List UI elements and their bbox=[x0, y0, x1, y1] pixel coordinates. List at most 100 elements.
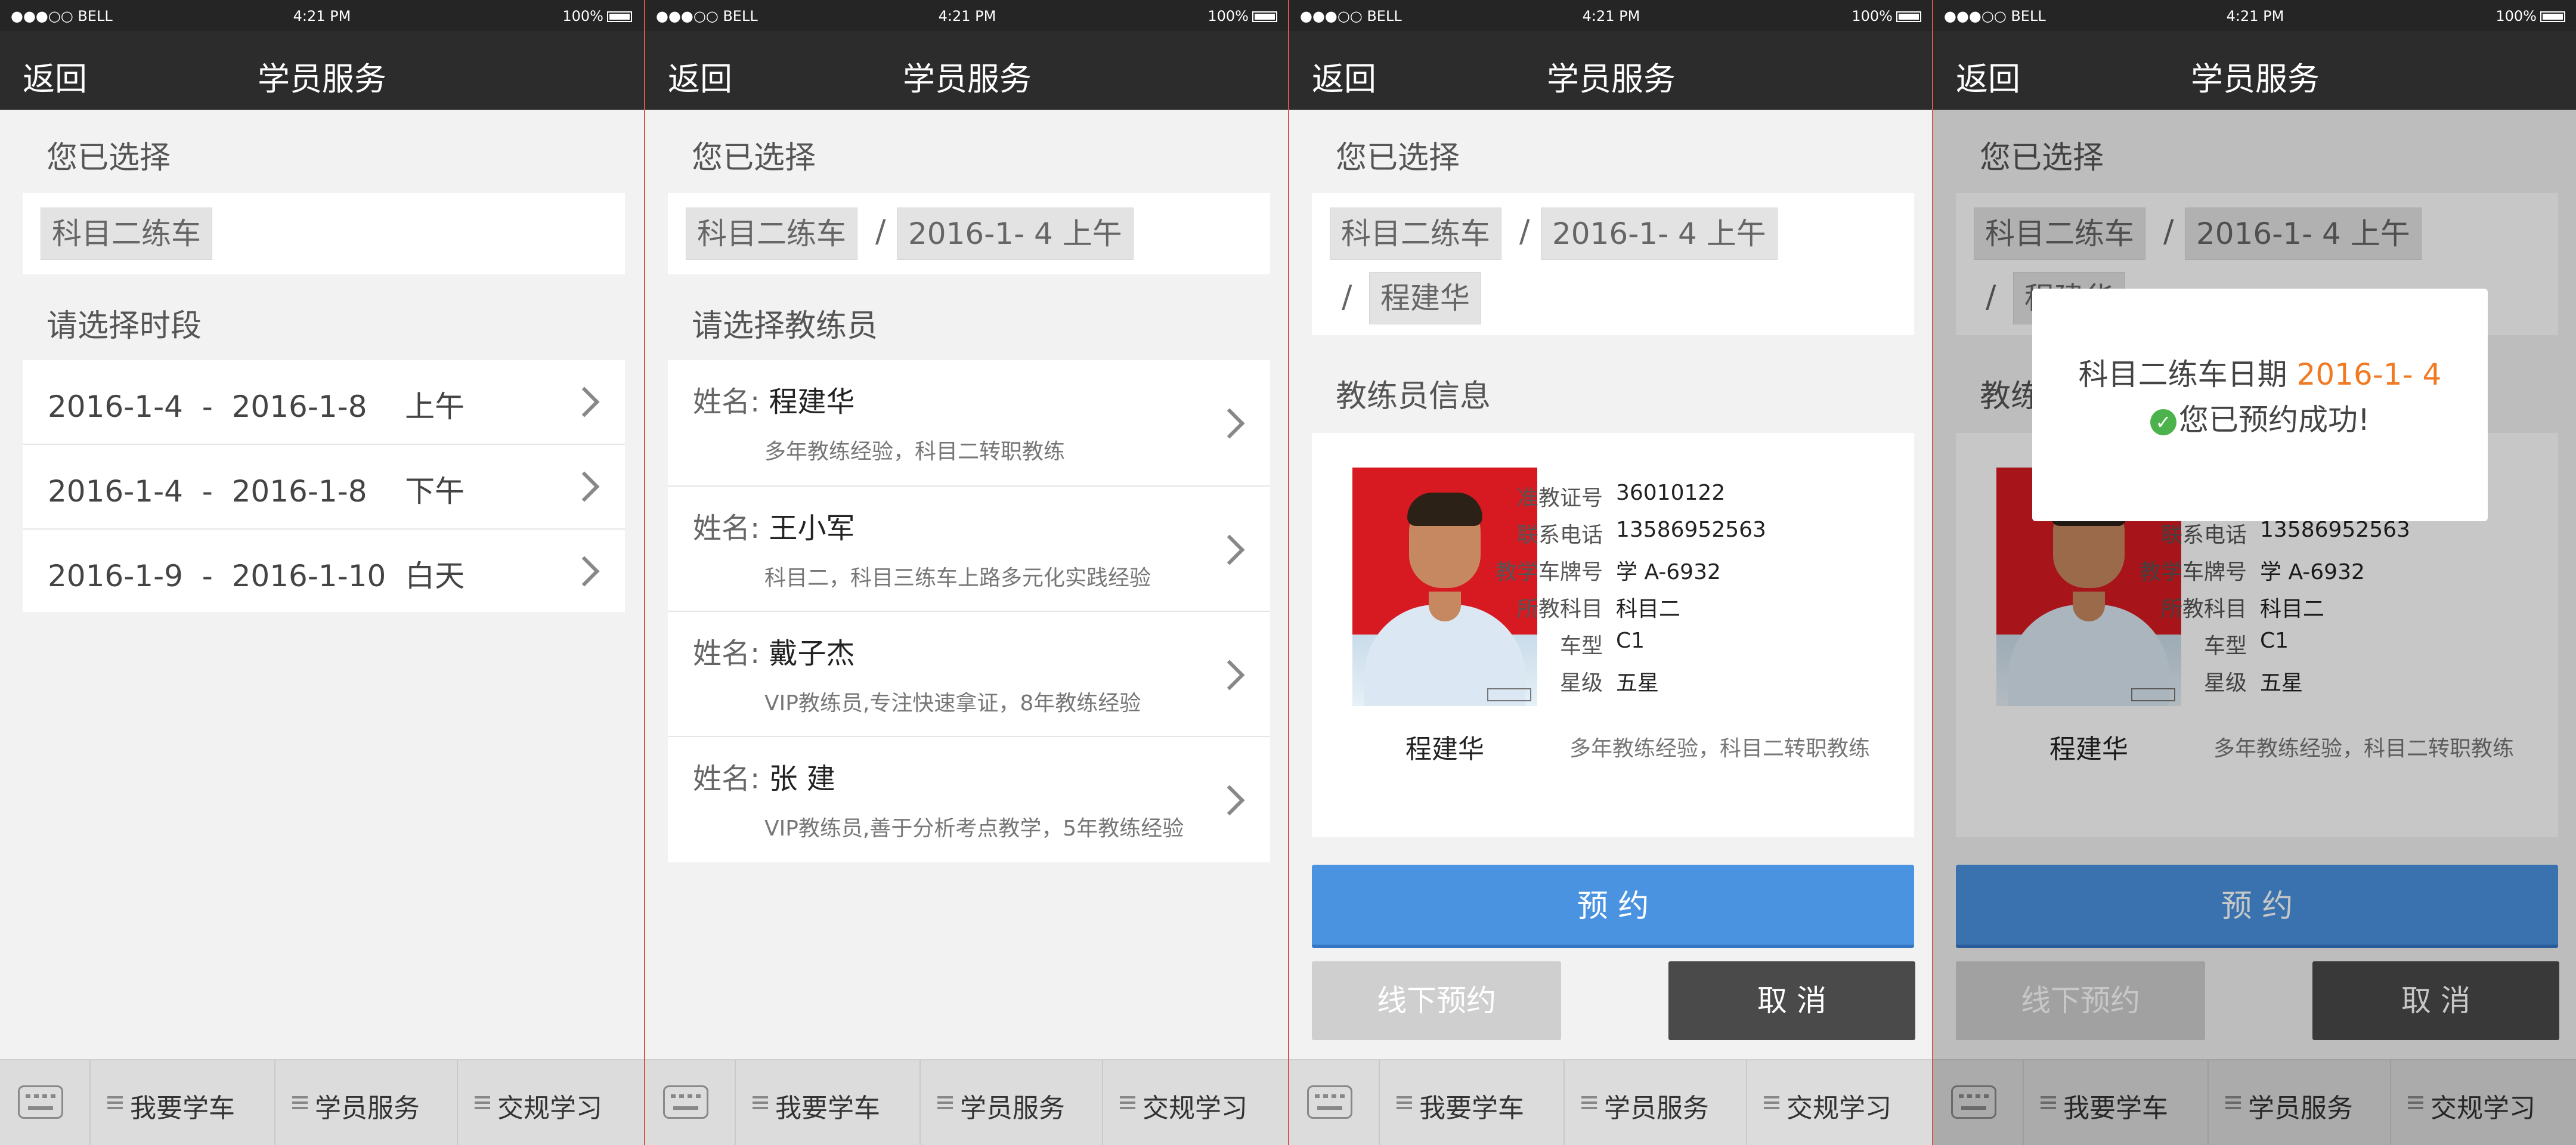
keyboard-icon[interactable] bbox=[1307, 1085, 1352, 1119]
coach-name: 姓名: 戴子杰 bbox=[693, 630, 854, 671]
chevron-right-icon bbox=[1214, 785, 1245, 816]
info-value: 学 A-6932 bbox=[1616, 560, 1721, 584]
clock: 4:21 PM bbox=[938, 8, 996, 24]
tab-student-service[interactable]: 学员服务 bbox=[274, 1060, 458, 1145]
coach-row[interactable]: 姓名: 张 建 VIP教练员,善于分析考点教学，5年教练经验 bbox=[668, 736, 1270, 862]
chip-subject[interactable]: 科目二练车 bbox=[41, 208, 212, 260]
status-bar: ●●●○○ BELL 4:21 PM 100% bbox=[645, 0, 1289, 31]
info-key: 所教科目 bbox=[1516, 597, 1603, 621]
tab-traffic-rules[interactable]: 交规学习 bbox=[457, 1060, 644, 1145]
modal-overlay[interactable] bbox=[1933, 110, 2576, 1145]
screenshot-collage: ●●●○○ BELL 4:21 PM 100% 返回 学员服务 您已选择 科目二… bbox=[0, 0, 2576, 1145]
cancel-button[interactable]: 取 消 bbox=[1668, 961, 1915, 1040]
tab-label: 我要学车 bbox=[130, 1093, 235, 1124]
menu-icon bbox=[1764, 1096, 1779, 1098]
keyboard-icon[interactable] bbox=[18, 1085, 63, 1119]
nav-bar: 返回 学员服务 bbox=[1289, 31, 1933, 110]
info-value: C1 bbox=[1616, 629, 1645, 653]
clock: 4:21 PM bbox=[2226, 8, 2284, 24]
tab-label: 交规学习 bbox=[497, 1093, 602, 1124]
selected-heading: 您已选择 bbox=[47, 140, 171, 176]
period-label: 2016-1-4 - 2016-1-8 下午 bbox=[48, 474, 465, 509]
dialog-date: 2016-1- 4 bbox=[2296, 357, 2442, 392]
clock: 4:21 PM bbox=[1582, 8, 1640, 24]
keyboard-icon[interactable] bbox=[663, 1085, 708, 1119]
battery-percent: 100% bbox=[562, 8, 603, 24]
menu-icon bbox=[107, 1096, 123, 1098]
separator: / bbox=[1519, 213, 1530, 249]
battery-icon bbox=[1252, 11, 1277, 22]
chip-coach[interactable]: 程建华 bbox=[1369, 272, 1481, 324]
clock: 4:21 PM bbox=[293, 8, 351, 24]
tab-traffic-rules[interactable]: 交规学习 bbox=[1102, 1060, 1289, 1145]
info-value: 科目二 bbox=[1616, 597, 1681, 621]
coach-name: 姓名: 张 建 bbox=[693, 755, 835, 797]
page-title: 学员服务 bbox=[1547, 60, 1676, 98]
coach-info-heading: 教练员信息 bbox=[1336, 379, 1491, 414]
dialog-subject-text: 科目二练车日期 bbox=[2078, 357, 2287, 392]
battery-indicator: 100% bbox=[1852, 8, 1921, 24]
coach-list: 姓名: 程建华 多年教练经验，科目二转职教练 姓名: 王小军 科目二，科目三练车… bbox=[668, 360, 1270, 862]
coach-row[interactable]: 姓名: 程建华 多年教练经验，科目二转职教练 bbox=[668, 360, 1270, 484]
coach-row[interactable]: 姓名: 戴子杰 VIP教练员,专注快速拿证，8年教练经验 bbox=[668, 611, 1270, 736]
period-row[interactable]: 2016-1-4 - 2016-1-8 下午 bbox=[23, 444, 625, 527]
battery-percent: 100% bbox=[2496, 8, 2537, 24]
tab-learn-driving[interactable]: 我要学车 bbox=[735, 1060, 921, 1145]
coach-description: 多年教练经验，科目二转职教练 bbox=[1569, 736, 1871, 761]
selection-panel: 科目二练车 / 2016-1- 4 上午 bbox=[668, 193, 1270, 274]
info-value: 36010122 bbox=[1616, 481, 1726, 505]
tab-label: 我要学车 bbox=[1419, 1093, 1524, 1124]
dialog-date-line: 科目二练车日期 2016-1- 4 bbox=[2032, 351, 2488, 394]
tab-traffic-rules[interactable]: 交规学习 bbox=[1746, 1060, 1933, 1145]
photo-caption: 程建华 bbox=[1405, 734, 1484, 765]
nav-bar: 返回 学员服务 bbox=[1933, 31, 2576, 110]
tab-label: 学员服务 bbox=[1604, 1093, 1709, 1124]
battery-percent: 100% bbox=[1208, 8, 1249, 24]
offline-booking-button[interactable]: 线下预约 bbox=[1312, 961, 1561, 1040]
book-button[interactable]: 预 约 bbox=[1312, 865, 1914, 948]
period-list: 2016-1-4 - 2016-1-8 上午 2016-1-4 - 2016-1… bbox=[23, 360, 625, 612]
status-bar: ●●●○○ BELL 4:21 PM 100% bbox=[0, 0, 644, 31]
chevron-right-icon bbox=[569, 471, 600, 502]
battery-indicator: 100% bbox=[562, 8, 632, 24]
info-value: 五星 bbox=[1616, 671, 1659, 695]
period-row[interactable]: 2016-1-4 - 2016-1-8 上午 bbox=[23, 360, 625, 442]
phone-screen-coach-info: ●●●○○ BELL 4:21 PM 100% 返回 学员服务 您已选择 科目二… bbox=[1288, 0, 1933, 1145]
coach-desc: VIP教练员,善于分析考点教学，5年教练经验 bbox=[764, 816, 1184, 841]
coach-name-value: 张 建 bbox=[769, 762, 835, 796]
tab-label: 交规学习 bbox=[1787, 1093, 1891, 1124]
chip-date[interactable]: 2016-1- 4 上午 bbox=[1541, 208, 1778, 260]
bottom-tab-bar: 我要学车 学员服务 交规学习 bbox=[1289, 1059, 1933, 1145]
check-circle-icon: ✓ bbox=[2150, 409, 2176, 435]
coach-heading: 请选择教练员 bbox=[692, 308, 878, 344]
coach-row[interactable]: 姓名: 王小军 科目二，科目三练车上路多元化实践经验 bbox=[668, 485, 1270, 611]
menu-icon bbox=[292, 1096, 308, 1098]
page-title: 学员服务 bbox=[903, 60, 1032, 98]
tab-student-service[interactable]: 学员服务 bbox=[919, 1060, 1103, 1145]
period-row[interactable]: 2016-1-9 - 2016-1-10 白天 bbox=[23, 528, 625, 612]
tab-label: 学员服务 bbox=[960, 1093, 1065, 1124]
coach-name: 姓名: 王小军 bbox=[693, 505, 854, 546]
chip-date[interactable]: 2016-1- 4 上午 bbox=[897, 208, 1134, 260]
tab-student-service[interactable]: 学员服务 bbox=[1563, 1060, 1747, 1145]
tab-learn-driving[interactable]: 我要学车 bbox=[89, 1060, 275, 1145]
coach-name-value: 戴子杰 bbox=[769, 637, 855, 670]
chip-subject[interactable]: 科目二练车 bbox=[1330, 208, 1501, 260]
coach-desc: 科目二，科目三练车上路多元化实践经验 bbox=[764, 566, 1151, 590]
battery-icon bbox=[607, 11, 632, 22]
period-label: 2016-1-9 - 2016-1-10 白天 bbox=[48, 559, 465, 593]
coach-info-card: 程建华 准教证号 36010122 联系电话 13586952563 教学车牌号… bbox=[1312, 433, 1914, 837]
selected-heading: 您已选择 bbox=[692, 140, 816, 176]
menu-icon bbox=[1581, 1096, 1597, 1098]
battery-indicator: 100% bbox=[2496, 8, 2565, 24]
tab-learn-driving[interactable]: 我要学车 bbox=[1379, 1060, 1565, 1145]
selection-panel: 科目二练车 / 2016-1- 4 上午 / 程建华 bbox=[1312, 193, 1914, 335]
coach-name-value: 程建华 bbox=[769, 385, 855, 419]
success-dialog: 科目二练车日期 2016-1- 4 ✓ 您已预约成功! bbox=[2032, 289, 2488, 521]
period-heading: 请选择时段 bbox=[47, 308, 202, 344]
tab-label: 交规学习 bbox=[1143, 1093, 1247, 1124]
coach-desc: VIP教练员,专注快速拿证，8年教练经验 bbox=[764, 691, 1141, 716]
tab-label: 我要学车 bbox=[775, 1093, 880, 1124]
info-key: 车型 bbox=[1559, 634, 1603, 658]
chip-subject[interactable]: 科目二练车 bbox=[686, 208, 857, 260]
